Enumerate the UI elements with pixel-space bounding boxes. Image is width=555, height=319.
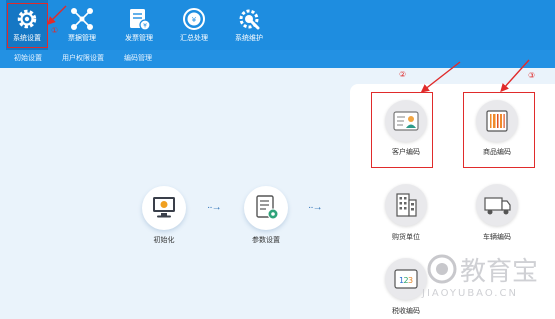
watermark-subtext: JIAOYUBAO.CN <box>421 288 518 299</box>
watermark-logo: 教育宝 JIAOYUBAO.CN <box>421 254 538 299</box>
svg-text:3: 3 <box>408 276 413 285</box>
watermark: 教育宝 JIAOYUBAO.CN <box>418 250 555 310</box>
top-navigation-bar: 系统设置 票据管理 ¥ 发票管理 ¥ 汇总处理 系统维护 <box>0 0 555 50</box>
document-gear-icon <box>256 195 279 220</box>
tile-vehicle-code[interactable] <box>476 184 518 226</box>
svg-text:¥: ¥ <box>143 23 147 30</box>
nav-ticket-management[interactable]: 票据管理 <box>60 0 104 50</box>
wrench-icon <box>239 9 260 30</box>
svg-text:¥: ¥ <box>192 16 197 24</box>
invoice-icon: ¥ <box>130 9 151 31</box>
flow-arrow-icon: ··→ <box>207 202 222 213</box>
nav-label: 系统维护 <box>235 35 263 42</box>
truck-icon <box>484 197 511 215</box>
subnav-initial-settings[interactable]: 初始设置 <box>14 54 42 64</box>
nav-label: 发票管理 <box>125 35 153 42</box>
watermark-text: 教育宝 <box>460 257 538 287</box>
network-icon <box>71 8 93 30</box>
annotation-highlight-system-settings <box>7 3 48 48</box>
tile-label: 车辆编码 <box>483 234 511 241</box>
nav-label: 汇总处理 <box>180 35 208 42</box>
nav-label: 票据管理 <box>68 35 96 42</box>
annotation-number: ② <box>399 70 407 79</box>
tile-label: 购货单位 <box>392 234 420 241</box>
subnav-user-permissions[interactable]: 用户权限设置 <box>62 54 104 64</box>
nav-summary-processing[interactable]: ¥ 汇总处理 <box>172 0 216 50</box>
annotation-highlight-customer-code <box>371 92 433 168</box>
flow-step-label: 参数设置 <box>252 237 280 244</box>
flow-step-initialize[interactable] <box>142 186 186 230</box>
flow-step-parameter-settings[interactable] <box>244 186 288 230</box>
flow-arrow-icon: ··→ <box>308 202 323 213</box>
annotation-number: ① <box>51 26 59 35</box>
nav-system-maintenance[interactable]: 系统维护 <box>227 0 271 50</box>
monitor-icon <box>153 197 175 218</box>
subnav-code-management[interactable]: 编码管理 <box>124 54 152 64</box>
nav-invoice-management[interactable]: ¥ 发票管理 <box>117 0 161 50</box>
summary-icon: ¥ <box>183 8 205 30</box>
annotation-number: ③ <box>528 71 536 80</box>
flow-step-label: 初始化 <box>153 237 175 244</box>
building-icon <box>396 193 417 217</box>
sub-navigation-bar: 初始设置 用户权限设置 编码管理 <box>0 50 555 68</box>
annotation-highlight-product-code <box>463 92 535 168</box>
tile-purchasing-unit[interactable] <box>385 184 427 226</box>
